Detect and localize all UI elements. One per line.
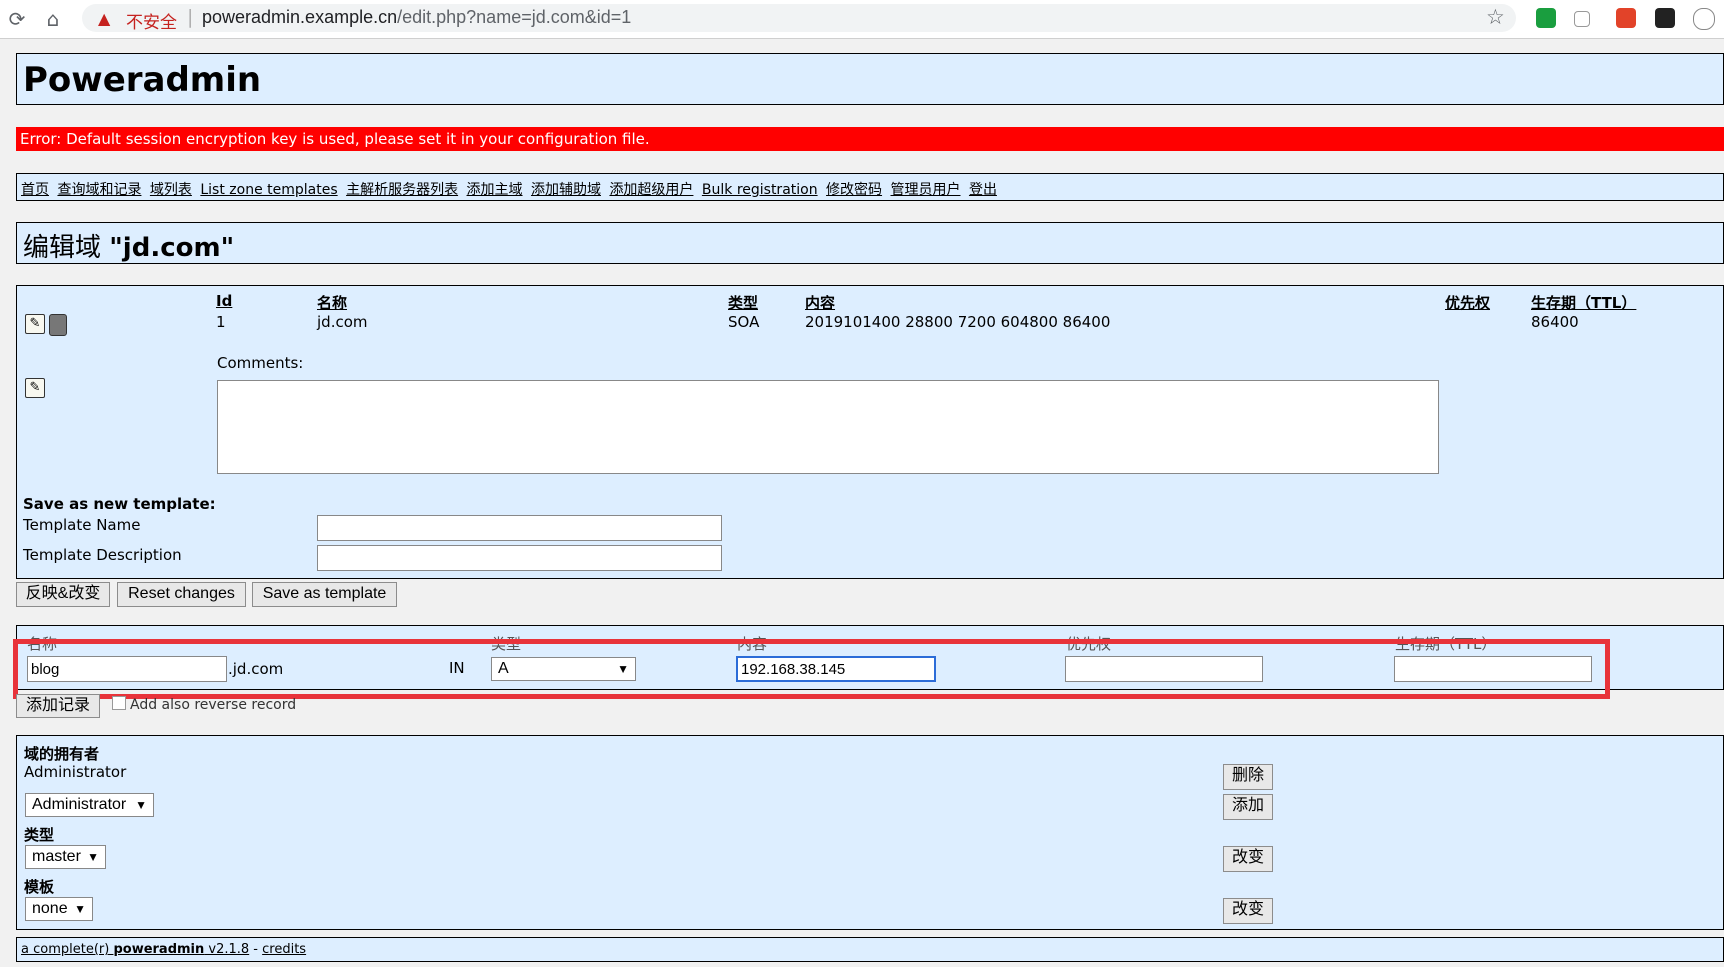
reverse-record-checkbox[interactable] xyxy=(112,696,126,710)
footer: a complete(r) poweradmin v2.1.8 - credit… xyxy=(16,937,1724,962)
add-record-button[interactable]: 添加记录 xyxy=(16,694,100,718)
zone-type-label: 类型 xyxy=(24,826,55,844)
delete-owner-button[interactable]: 删除 xyxy=(1223,764,1273,790)
reload-icon[interactable]: ⟳ xyxy=(4,6,30,32)
record-content: 2019101400 28800 7200 604800 86400 xyxy=(805,313,1111,331)
url-divider: | xyxy=(187,6,194,28)
col-header-name[interactable]: 名称 xyxy=(317,292,347,313)
owner-select[interactable]: Administrator ▼ xyxy=(25,793,154,817)
cloud-extension-icon[interactable] xyxy=(1693,8,1715,30)
zone-template-select[interactable]: none ▼ xyxy=(25,897,93,921)
zone-template-label: 模板 xyxy=(24,878,55,896)
col-header-content[interactable]: 内容 xyxy=(805,292,835,313)
warning-icon: ▲ xyxy=(98,9,111,28)
menu-item-password[interactable]: 修改密码 xyxy=(826,182,882,198)
col-header-id[interactable]: Id xyxy=(216,292,232,310)
apply-changes-button[interactable]: 反映&改变 xyxy=(16,582,110,607)
comments-label: Comments: xyxy=(217,354,304,372)
owner-select-value: Administrator xyxy=(32,796,127,813)
bookmark-star-icon[interactable]: ☆ xyxy=(1486,5,1505,29)
credits-link[interactable]: credits xyxy=(262,942,306,957)
menu-item-home[interactable]: 首页 xyxy=(21,182,49,198)
owner-label: 域的拥有者 xyxy=(24,745,100,763)
main-menu: 首页 查询域和记录 域列表 List zone templates 主解析服务器… xyxy=(16,173,1724,201)
footer-version-link[interactable]: v2.1.8 xyxy=(204,942,249,957)
col-header-type[interactable]: 类型 xyxy=(728,292,758,313)
menu-item-supermasters[interactable]: 主解析服务器列表 xyxy=(346,182,458,198)
menu-item-zone-templates[interactable]: List zone templates xyxy=(200,182,337,198)
footer-prefix-link[interactable]: a complete(r) xyxy=(21,942,113,957)
reset-changes-button[interactable]: Reset changes xyxy=(117,582,246,607)
template-name-label: Template Name xyxy=(23,516,141,534)
change-type-button[interactable]: 改变 xyxy=(1223,846,1273,872)
app-header: Poweradmin xyxy=(16,53,1724,105)
menu-item-add-slave[interactable]: 添加辅助域 xyxy=(531,182,601,198)
zone-type-value: master xyxy=(32,848,81,865)
url-text[interactable]: poweradmin.example.cn/edit.php?name=jd.c… xyxy=(202,7,631,28)
shield-extension-icon[interactable] xyxy=(1536,8,1556,28)
browser-toolbar: ⟳ ⌂ ▲ 不安全 | poweradmin.example.cn/edit.p… xyxy=(0,0,1724,39)
owner-panel: 域的拥有者 Administrator Administrator ▼ 类型 ma… xyxy=(16,735,1724,930)
zone-name: "jd.com" xyxy=(109,233,235,263)
reader-extension-icon[interactable] xyxy=(1574,11,1590,27)
menu-item-add-master[interactable]: 添加主域 xyxy=(467,182,523,198)
menu-item-bulk[interactable]: Bulk registration xyxy=(702,182,818,198)
footer-app-link[interactable]: poweradmin xyxy=(113,942,204,957)
chevron-down-icon: ▼ xyxy=(135,798,147,812)
app-title: Poweradmin xyxy=(23,60,262,100)
highlight-annotation xyxy=(13,639,1610,699)
comments-textarea[interactable] xyxy=(217,380,1439,474)
menu-item-logout[interactable]: 登出 xyxy=(969,182,997,198)
change-template-button[interactable]: 改变 xyxy=(1223,898,1273,924)
add-owner-button[interactable]: 添加 xyxy=(1223,794,1273,820)
page-heading: 编辑域 "jd.com" xyxy=(16,222,1724,264)
reverse-record-label: Add also reverse record xyxy=(130,697,297,713)
heading-prefix: 编辑域 xyxy=(23,233,110,263)
record-ttl: 86400 xyxy=(1531,313,1579,331)
owner-name: Administrator xyxy=(24,763,127,781)
record-id: 1 xyxy=(216,313,226,331)
footer-separator: - xyxy=(249,942,263,957)
template-name-input[interactable] xyxy=(317,515,722,541)
home-icon[interactable]: ⌂ xyxy=(40,6,66,32)
menu-item-search[interactable]: 查询域和记录 xyxy=(57,182,141,198)
delete-record-icon[interactable] xyxy=(49,314,67,336)
menu-item-add-supermaster[interactable]: 添加超级用户 xyxy=(609,182,693,198)
url-host: poweradmin.example.cn xyxy=(202,7,398,27)
records-panel: Id 名称 类型 内容 优先权 生存期（TTL） ✎ 1 jd.com SOA … xyxy=(16,285,1724,579)
col-header-ttl[interactable]: 生存期（TTL） xyxy=(1531,292,1636,313)
gitlab-extension-icon[interactable] xyxy=(1616,8,1636,28)
record-name: jd.com xyxy=(317,313,368,331)
zone-template-value: none xyxy=(32,900,68,917)
col-header-priority[interactable]: 优先权 xyxy=(1445,292,1490,313)
template-desc-input[interactable] xyxy=(317,545,722,571)
error-banner: Error: Default session encryption key is… xyxy=(16,127,1724,151)
url-path: /edit.php?name=jd.com&id=1 xyxy=(397,7,632,27)
save-template-button[interactable]: Save as template xyxy=(252,582,397,607)
template-desc-label: Template Description xyxy=(23,546,182,564)
record-type: SOA xyxy=(728,313,760,331)
chevron-down-icon: ▼ xyxy=(87,850,99,864)
chevron-down-icon: ▼ xyxy=(74,902,86,916)
profile-extension-icon[interactable] xyxy=(1655,8,1675,28)
zone-type-select[interactable]: master ▼ xyxy=(25,845,106,869)
template-heading: Save as new template: xyxy=(23,495,216,513)
menu-item-zone-list[interactable]: 域列表 xyxy=(150,182,192,198)
edit-record-icon[interactable]: ✎ xyxy=(25,314,45,334)
edit-comment-icon[interactable]: ✎ xyxy=(25,378,45,398)
menu-item-users[interactable]: 管理员用户 xyxy=(891,182,961,198)
insecure-label: 不安全 xyxy=(126,13,177,32)
